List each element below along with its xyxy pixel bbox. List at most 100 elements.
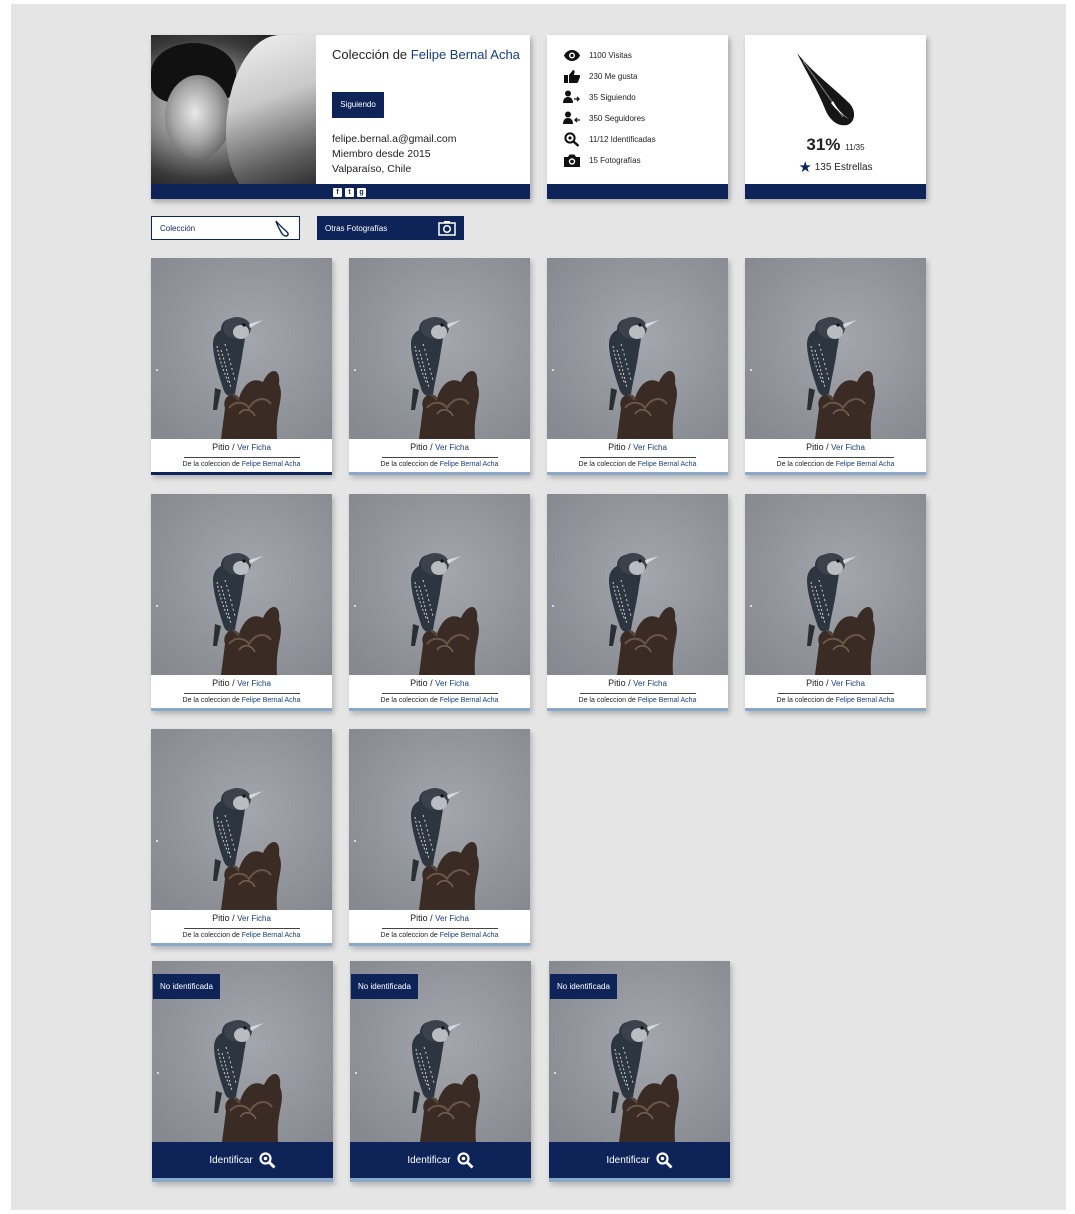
zoom-icon bbox=[259, 1151, 276, 1168]
owner-link[interactable]: Felipe Bernal Acha bbox=[836, 697, 895, 704]
caption-separator: / bbox=[823, 678, 832, 688]
photo-card: Pitio / Ver Ficha De la coleccion de Fel… bbox=[745, 494, 926, 711]
owner-link[interactable]: Felipe Bernal Acha bbox=[836, 461, 895, 468]
camera-icon bbox=[563, 153, 581, 167]
google-icon[interactable]: g bbox=[357, 188, 366, 197]
bird-photo[interactable] bbox=[349, 494, 530, 675]
bird-photo[interactable] bbox=[745, 258, 926, 439]
ver-ficha-link[interactable]: Ver Ficha bbox=[435, 679, 469, 688]
stat-identified: 11/12 Identificadas bbox=[563, 131, 656, 147]
followers-icon bbox=[563, 111, 581, 125]
profile-name-link[interactable]: Felipe Bernal Acha bbox=[411, 47, 520, 62]
ver-ficha-link[interactable]: Ver Ficha bbox=[435, 914, 469, 923]
bird-photo[interactable] bbox=[547, 494, 728, 675]
photo-owner: De la coleccion de Felipe Bernal Acha bbox=[547, 694, 728, 708]
no-identificada-badge: No identificada bbox=[153, 974, 220, 999]
photo-card-bar bbox=[151, 708, 332, 711]
stat-photos: 15 Fotografías bbox=[563, 153, 641, 167]
ver-ficha-link[interactable]: Ver Ficha bbox=[237, 679, 271, 688]
ver-ficha-link[interactable]: Ver Ficha bbox=[237, 914, 271, 923]
caption-separator: / bbox=[823, 442, 832, 452]
photo-card-bar bbox=[547, 708, 728, 711]
profile-location: Valparaíso, Chile bbox=[332, 163, 412, 175]
species-name: Pitio bbox=[212, 678, 230, 688]
ver-ficha-link[interactable]: Ver Ficha bbox=[633, 443, 667, 452]
owner-link[interactable]: Felipe Bernal Acha bbox=[242, 932, 301, 939]
title-prefix: Colección de bbox=[332, 47, 408, 62]
owner-link[interactable]: Felipe Bernal Acha bbox=[638, 461, 697, 468]
owner-prefix: De la coleccion de bbox=[578, 461, 638, 468]
owner-prefix: De la coleccion de bbox=[380, 461, 440, 468]
bird-photo[interactable] bbox=[349, 729, 530, 910]
identify-label: Identificar bbox=[209, 1154, 253, 1166]
ver-ficha-link[interactable]: Ver Ficha bbox=[435, 443, 469, 452]
owner-link[interactable]: Felipe Bernal Acha bbox=[440, 461, 499, 468]
owner-link[interactable]: Felipe Bernal Acha bbox=[242, 461, 301, 468]
photo-card-bar bbox=[745, 708, 926, 711]
ver-ficha-link[interactable]: Ver Ficha bbox=[633, 679, 667, 688]
tab-otras-fotografias[interactable]: Otras Fotografías bbox=[317, 216, 464, 240]
bird-photo[interactable] bbox=[151, 494, 332, 675]
zoom-icon bbox=[457, 1151, 474, 1168]
caption-separator: / bbox=[427, 442, 436, 452]
owner-link[interactable]: Felipe Bernal Acha bbox=[440, 932, 499, 939]
caption-separator: / bbox=[625, 678, 634, 688]
photo-card: Pitio / Ver Ficha De la coleccion de Fel… bbox=[349, 258, 530, 475]
score-card: 31% 11/35 ★ 135 Estrellas bbox=[745, 35, 926, 199]
species-name: Pitio bbox=[608, 678, 626, 688]
profile-email: felipe.bernal.a@gmail.com bbox=[332, 133, 457, 145]
ver-ficha-link[interactable]: Ver Ficha bbox=[831, 443, 865, 452]
owner-link[interactable]: Felipe Bernal Acha bbox=[440, 697, 499, 704]
owner-link[interactable]: Felipe Bernal Acha bbox=[242, 697, 301, 704]
photo-caption: Pitio / Ver Ficha bbox=[745, 675, 926, 693]
profile-title: Colección de Felipe Bernal Acha bbox=[332, 47, 522, 62]
facebook-icon[interactable]: f bbox=[333, 188, 342, 197]
star-icon: ★ bbox=[798, 159, 812, 176]
bird-photo[interactable] bbox=[745, 494, 926, 675]
photo-owner: De la coleccion de Felipe Bernal Acha bbox=[151, 694, 332, 708]
ver-ficha-link[interactable]: Ver Ficha bbox=[237, 443, 271, 452]
camera-icon bbox=[438, 221, 456, 236]
following-button[interactable]: Siguiendo bbox=[332, 92, 384, 118]
avatar bbox=[151, 35, 316, 199]
ver-ficha-link[interactable]: Ver Ficha bbox=[831, 679, 865, 688]
photo-card-bar bbox=[151, 472, 332, 475]
photo-owner: De la coleccion de Felipe Bernal Acha bbox=[349, 694, 530, 708]
bird-photo[interactable] bbox=[547, 258, 728, 439]
tab-coleccion[interactable]: Colección bbox=[151, 216, 300, 240]
owner-link[interactable]: Felipe Bernal Acha bbox=[638, 697, 697, 704]
photo-card-bar bbox=[349, 708, 530, 711]
bird-photo[interactable] bbox=[151, 729, 332, 910]
identify-button[interactable]: Identificar bbox=[350, 1142, 531, 1178]
bird-photo-illustration bbox=[151, 494, 332, 675]
bird-photo-illustration bbox=[547, 258, 728, 439]
photo-caption: Pitio / Ver Ficha bbox=[349, 910, 530, 928]
photo-caption: Pitio / Ver Ficha bbox=[349, 675, 530, 693]
species-name: Pitio bbox=[608, 442, 626, 452]
profile-card: Colección de Felipe Bernal Acha Siguiend… bbox=[151, 35, 530, 199]
photo-caption: Pitio / Ver Ficha bbox=[547, 675, 728, 693]
photo-card: Pitio / Ver Ficha De la coleccion de Fel… bbox=[349, 729, 530, 946]
bird-photo-illustration bbox=[547, 494, 728, 675]
owner-prefix: De la coleccion de bbox=[182, 932, 242, 939]
species-name: Pitio bbox=[212, 442, 230, 452]
photo-caption: Pitio / Ver Ficha bbox=[745, 439, 926, 457]
twitter-icon[interactable]: t bbox=[345, 188, 354, 197]
caption-separator: / bbox=[229, 913, 238, 923]
identify-button[interactable]: Identificar bbox=[152, 1142, 333, 1178]
score-stars: ★ 135 Estrellas bbox=[798, 159, 873, 176]
stats-card-bar bbox=[547, 184, 728, 199]
photo-card: Pitio / Ver Ficha De la coleccion de Fel… bbox=[547, 258, 728, 475]
photo-owner: De la coleccion de Felipe Bernal Acha bbox=[151, 929, 332, 943]
bird-photo[interactable] bbox=[151, 258, 332, 439]
identify-button[interactable]: Identificar bbox=[549, 1142, 730, 1178]
bird-photo-illustration bbox=[349, 729, 530, 910]
bird-photo[interactable] bbox=[349, 258, 530, 439]
bird-photo-illustration bbox=[745, 494, 926, 675]
owner-prefix: De la coleccion de bbox=[776, 697, 836, 704]
stat-visits: 1100 Visitas bbox=[563, 48, 632, 62]
eye-icon bbox=[563, 48, 581, 62]
photo-owner: De la coleccion de Felipe Bernal Acha bbox=[349, 929, 530, 943]
caption-separator: / bbox=[427, 678, 436, 688]
bird-photo-illustration bbox=[349, 258, 530, 439]
